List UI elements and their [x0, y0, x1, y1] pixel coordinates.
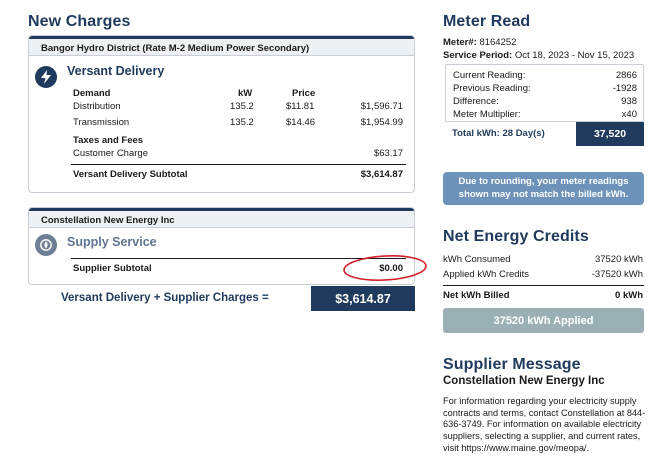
versant-delivery-title: Versant Delivery — [67, 64, 165, 78]
grand-total-label: Versant Delivery + Supplier Charges = — [61, 292, 269, 304]
new-charges-title: New Charges — [28, 13, 131, 30]
lightning-icon — [35, 66, 57, 88]
versant-subtotal-label: Versant Delivery Subtotal — [73, 169, 188, 180]
meter-multiplier-label: Meter Multiplier: — [453, 109, 521, 120]
meter-number-line: Meter#: 8164252 — [443, 37, 516, 48]
versant-district-header: Bangor Hydro District (Rate M-2 Medium P… — [29, 36, 414, 56]
current-reading-value: 2866 — [615, 70, 637, 81]
applied-credits-label: Applied kWh Credits — [443, 269, 530, 280]
transmission-price: $14.46 — [286, 117, 316, 128]
supplier-message-body: For information regarding your electrici… — [443, 396, 646, 453]
supplier-header: Constellation New Energy Inc — [29, 208, 414, 228]
transmission-label: Transmission — [73, 117, 130, 128]
service-period-value: Oct 18, 2023 - Nov 15, 2023 — [514, 50, 635, 61]
kwh-applied-button: 37520 kWh Applied — [443, 308, 644, 333]
versant-subtotal-divider — [71, 164, 406, 165]
supply-service-title: Supply Service — [67, 235, 157, 249]
total-kwh-value: 37,520 — [576, 122, 644, 146]
versant-subtotal-amount: $3,614.87 — [360, 169, 403, 180]
difference-label: Difference: — [453, 96, 499, 107]
grand-total-amount: $3,614.87 — [311, 286, 415, 311]
supply-service-icon — [35, 234, 57, 256]
distribution-price: $11.81 — [286, 101, 315, 112]
meter-read-title: Meter Read — [443, 13, 531, 30]
meter-multiplier-value: x40 — [621, 109, 637, 120]
service-period-line: Service Period: Oct 18, 2023 - Nov 15, 2… — [443, 50, 634, 61]
price-header: Price — [292, 88, 316, 99]
customer-charge-amount: $63.17 — [373, 148, 403, 159]
applied-credits-value: -37520 kWh — [591, 269, 643, 280]
previous-reading-label: Previous Reading: — [453, 83, 531, 94]
meter-readings-box: Current Reading: 2866 Previous Reading: -1… — [445, 64, 644, 122]
net-energy-credits-title: Net Energy Credits — [443, 228, 589, 245]
total-kwh-label: Total kWh: 28 Day(s) — [452, 128, 545, 139]
net-kwh-billed-value: 0 kWh — [615, 290, 643, 301]
meter-number-label: Meter#: — [443, 37, 477, 48]
previous-reading-value: -1928 — [612, 83, 637, 94]
meter-number-value: 8164252 — [479, 37, 517, 48]
service-period-label: Service Period: — [443, 50, 513, 61]
kwh-consumed-value: 37520 kWh — [594, 254, 643, 265]
taxes-fees-header: Taxes and Fees — [73, 135, 144, 146]
supplier-message-title: Supplier Message — [443, 356, 581, 373]
current-reading-label: Current Reading: — [453, 70, 526, 81]
difference-value: 938 — [621, 96, 637, 107]
transmission-kw: 135.2 — [230, 117, 254, 128]
demand-header: Demand — [73, 88, 111, 99]
distribution-amount: $1,596.71 — [360, 101, 403, 112]
supplier-subtotal-label: Supplier Subtotal — [73, 263, 152, 274]
supplier-message-company: Constellation New Energy Inc — [443, 375, 605, 387]
transmission-amount: $1,954.99 — [360, 117, 403, 128]
annotation-circle — [343, 255, 427, 281]
kw-header: kW — [238, 88, 253, 99]
customer-charge-label: Customer Charge — [73, 148, 148, 159]
distribution-kw: 135.2 — [230, 101, 254, 112]
net-kwh-billed-label: Net kWh Billed — [443, 290, 510, 301]
distribution-label: Distribution — [73, 101, 121, 112]
rounding-note: Due to rounding, your meter readings sho… — [443, 172, 644, 205]
kwh-consumed-label: kWh Consumed — [443, 254, 511, 265]
net-kwh-divider — [443, 285, 644, 286]
